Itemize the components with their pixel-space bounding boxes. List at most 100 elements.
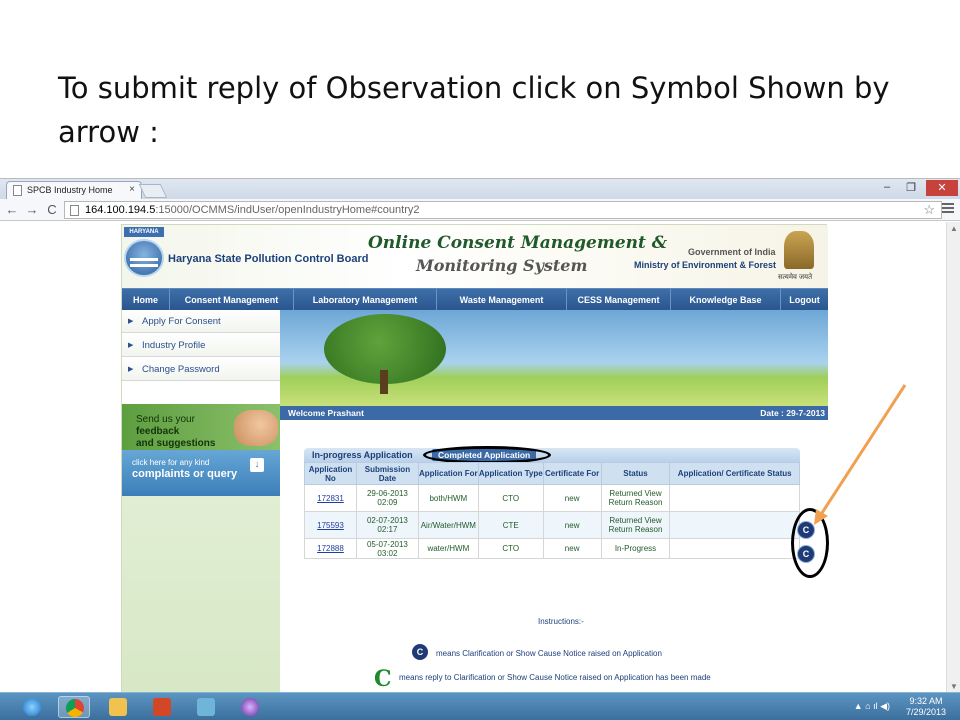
certificate-for: new [542,511,602,539]
powerpoint-glyph [153,698,171,716]
ministry-label: Ministry of Environment & Forest [634,260,777,270]
sidebar: ▶ Apply For Consent ▶ Industry Profile ▶… [122,310,280,694]
emblem-motto: सत्यमेव जयते [778,274,813,281]
submission-date: 29-06-2013 02:09 [355,484,419,512]
media-glyph [241,698,259,716]
application-type: CTO [477,538,544,559]
table-row: 172831 29-06-2013 02:09 both/HWM CTO new… [304,484,800,512]
page-icon [13,185,22,196]
browser-tab[interactable]: SPCB Industry Home × [6,181,142,199]
app-icon[interactable] [190,696,222,718]
folder-glyph [109,698,127,716]
board-name: Haryana State Pollution Control Board [168,253,369,265]
nav-cess-management[interactable]: CESS Management [567,289,671,311]
certificate-status [669,538,800,559]
nav-waste-management[interactable]: Waste Management [437,289,567,311]
national-emblem [784,231,814,269]
feedback-banner[interactable]: Send us your feedback and suggestions [122,404,280,450]
sidebar-item-label: Apply For Consent [142,316,221,327]
tab-title: SPCB Industry Home [27,185,113,195]
system-tray[interactable]: ▲ ⌂ ıl ◀) [854,701,890,712]
nav-home[interactable]: Home [122,289,170,311]
taskbar: ▲ ⌂ ıl ◀) 9:32 AM 7/29/2013 [0,692,960,720]
folder-icon[interactable] [102,696,134,718]
complaint-line1: click here for any kind [132,458,210,467]
ocms-title-line2: Monitoring System [416,256,588,275]
legend-reply-text: means reply to Clarification or Show Cau… [399,673,711,682]
complaint-banner[interactable]: click here for any kind complaints or qu… [122,450,280,496]
hands-image [234,410,278,446]
main-nav: Home Consent Management Laboratory Manag… [122,288,828,311]
certificate-for: new [542,484,602,512]
nav-knowledge-base[interactable]: Knowledge Base [671,289,781,311]
sidebar-item-label: Industry Profile [142,340,206,351]
scroll-down-icon[interactable]: ▼ [950,682,958,691]
new-tab-button[interactable] [138,184,168,198]
application-for: Air/Water/HWM [417,511,479,539]
minimize-button[interactable]: – [876,181,898,193]
status-cell: In-Progress [600,538,671,559]
col-status: Status [600,462,671,485]
reload-icon[interactable]: C [44,202,60,217]
status-cell[interactable]: Returned View Return Reason [600,484,671,512]
nav-laboratory-management[interactable]: Laboratory Management [294,289,437,311]
side-menu: ▶ Apply For Consent ▶ Industry Profile ▶… [122,310,280,404]
slide: To submit reply of Observation click on … [0,0,960,720]
nav-consent-management[interactable]: Consent Management [170,289,294,311]
status-cell[interactable]: Returned View Return Reason [600,511,671,539]
application-for: water/HWM [417,538,479,559]
media-icon[interactable] [234,696,266,718]
complaint-line2: complaints or query [132,468,238,480]
address-bar[interactable]: 164.100.194.5:15000/OCMMS/indUser/openIn… [64,201,942,219]
board-logo [124,239,164,277]
powerpoint-icon[interactable] [146,696,178,718]
application-no-link[interactable]: 175593 [304,511,357,539]
table-row: 172888 05-07-2013 03:02 water/HWM CTO ne… [304,538,800,559]
clock-date: 7/29/2013 [905,707,946,717]
chrome-icon[interactable] [58,696,90,718]
tab-inprogress-application[interactable]: In-progress Application [312,448,413,462]
close-window-button[interactable]: ✕ [926,180,958,196]
ocms-title-line1: Online Consent Management & [368,233,668,253]
ocms-site: HARYANA Haryana State Pollution Control … [121,224,828,694]
chrome-glyph [66,699,84,717]
down-arrow-icon: ↓ [250,458,264,472]
application-no-link[interactable]: 172831 [304,484,357,512]
table-row: 175593 02-07-2013 02:17 Air/Water/HWM CT… [304,511,800,539]
browser-toolbar: ← → C 164.100.194.5:15000/OCMMS/indUser/… [0,199,960,221]
bullet-icon: ▶ [128,366,134,373]
app-glyph [197,698,215,716]
tab-strip: SPCB Industry Home × – ❐ ✕ [0,179,960,199]
bullet-icon: ▶ [128,318,134,325]
clock[interactable]: 9:32 AM 7/29/2013 [906,696,946,718]
url-host: 164.100.194.5 [85,204,156,216]
certificate-status [669,511,800,539]
application-type: CTO [477,484,544,512]
welcome-text: Welcome Prashant [288,408,364,418]
clarification-icon: C [412,644,428,660]
tab-close-icon[interactable]: × [129,184,135,195]
application-no-link[interactable]: 172888 [304,538,357,559]
scrollbar[interactable]: ▲ ▼ [946,222,960,693]
sidebar-item-industry-profile[interactable]: ▶ Industry Profile [122,334,280,357]
back-icon[interactable]: ← [4,202,20,217]
main-content: In-progress Application Completed Applic… [280,420,828,694]
ie-icon[interactable] [16,696,48,718]
restore-button[interactable]: ❐ [900,181,922,194]
bookmark-star-icon[interactable]: ☆ [923,202,935,218]
col-application-for: Application For [417,462,479,485]
scroll-up-icon[interactable]: ▲ [950,224,958,233]
sidebar-item-apply-for-consent[interactable]: ▶ Apply For Consent [122,310,280,333]
url-path: :15000/OCMMS/indUser/openIndustryHome#co… [155,204,420,216]
col-submission-date: Submission Date [355,462,419,485]
submission-date: 02-07-2013 02:17 [355,511,419,539]
submission-date: 05-07-2013 03:02 [355,538,419,559]
certificate-status [669,484,800,512]
sidebar-item-change-password[interactable]: ▶ Change Password [122,358,280,381]
page-info-icon[interactable] [70,205,79,216]
nav-logout[interactable]: Logout [781,289,828,311]
welcome-bar: Welcome Prashant Date : 29-7-2013 [280,406,828,420]
logo-tag: HARYANA [124,227,164,237]
menu-icon[interactable] [942,203,954,215]
forward-icon[interactable]: → [24,202,40,217]
